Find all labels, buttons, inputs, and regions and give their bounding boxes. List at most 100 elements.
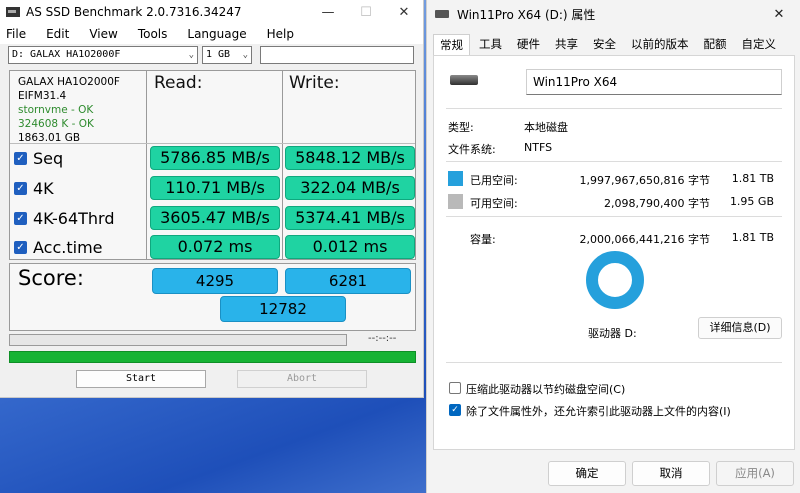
drive-model: GALAX HA1O2000F <box>18 76 120 88</box>
results-grid: GALAX HA1O2000F EIFM31.4 stornvme - OK 3… <box>9 70 416 260</box>
disk-usage-donut <box>586 251 644 309</box>
menu-tools[interactable]: Tools <box>138 27 168 41</box>
drive-info: GALAX HA1O2000F EIFM31.4 stornvme - OK 3… <box>18 75 120 145</box>
chevron-down-icon: ⌄ <box>188 50 194 60</box>
overall-progress-bar <box>9 351 416 363</box>
type-value: 本地磁盘 <box>524 121 568 134</box>
ok-button[interactable]: 确定 <box>548 461 626 486</box>
row-label: Acc.time <box>33 237 103 257</box>
details-button[interactable]: 详细信息(D) <box>698 317 782 339</box>
4k-read-value: 110.71 MB/s <box>150 176 280 200</box>
as-ssd-window: AS SSD Benchmark 2.0.7316.34247 — ☐ ✕ Fi… <box>0 0 424 398</box>
capacity-bytes: 2,000,066,441,216 字节 <box>579 233 710 246</box>
hard-drive-icon <box>450 75 478 85</box>
drive-properties-window: Win11Pro X64 (D:) 属性 ✕ 常规 工具 硬件 共享 安全 以前… <box>426 0 800 493</box>
tab-previous-versions[interactable]: 以前的版本 <box>625 34 695 57</box>
checkbox-icon[interactable]: ✓ <box>14 211 27 225</box>
score-read: 4295 <box>152 268 278 294</box>
seq-read-value: 5786.85 MB/s <box>150 146 280 170</box>
test-progress-track <box>9 334 347 346</box>
checkbox-icon[interactable]: ✓ <box>14 240 27 254</box>
drive-select[interactable]: D: GALAX HA1O2000F ⌄ <box>8 46 198 64</box>
drive-alignment: 324608 K - OK <box>18 118 94 130</box>
row-seq[interactable]: ✓ Seq <box>14 146 63 170</box>
props-title: Win11Pro X64 (D:) 属性 <box>457 7 596 22</box>
read-header: Read: <box>154 73 203 93</box>
close-icon[interactable]: ✕ <box>758 7 800 22</box>
drive-icon <box>435 10 449 18</box>
chevron-down-icon: ⌄ <box>242 50 248 60</box>
assd-titlebar[interactable]: AS SSD Benchmark 2.0.7316.34247 — ☐ ✕ <box>0 0 423 24</box>
tab-sharing[interactable]: 共享 <box>549 34 584 57</box>
tab-general[interactable]: 常规 <box>433 34 470 57</box>
score-total: 12782 <box>220 296 346 322</box>
acc-write-value: 0.012 ms <box>285 235 415 259</box>
score-write: 6281 <box>285 268 411 294</box>
tab-quota[interactable]: 配额 <box>698 34 733 57</box>
start-button[interactable]: Start <box>76 370 206 388</box>
close-icon[interactable]: ✕ <box>385 5 423 20</box>
menu-language[interactable]: Language <box>187 27 246 41</box>
props-tabs: 常规 工具 硬件 共享 安全 以前的版本 配额 自定义 <box>433 34 785 57</box>
index-label: 除了文件属性外，还允许索引此驱动器上文件的内容(I) <box>466 405 731 418</box>
apply-button[interactable]: 应用(A) <box>716 461 794 486</box>
general-panel: Win11Pro X64 类型: 本地磁盘 文件系统: NTFS 已用空间: 1… <box>433 55 795 450</box>
tab-hardware[interactable]: 硬件 <box>511 34 546 57</box>
menu-view[interactable]: View <box>89 27 117 41</box>
filesystem-label: 文件系统: <box>448 143 496 156</box>
row-4k[interactable]: ✓ 4K <box>14 176 54 200</box>
tab-security[interactable]: 安全 <box>587 34 622 57</box>
4k64-read-value: 3605.47 MB/s <box>150 206 280 230</box>
extra-input[interactable] <box>260 46 414 64</box>
row-acc-time[interactable]: ✓ Acc.time <box>14 235 103 259</box>
free-bytes: 2,098,790,400 字节 <box>604 197 710 210</box>
capacity-size: 1.81 TB <box>731 231 774 244</box>
capacity-label: 容量: <box>470 233 496 246</box>
used-size: 1.81 TB <box>731 172 774 185</box>
menu-file[interactable]: File <box>6 27 26 41</box>
checkbox-icon[interactable]: ✓ <box>14 151 27 165</box>
seq-write-value: 5848.12 MB/s <box>285 146 415 170</box>
tab-customize[interactable]: 自定义 <box>736 34 783 57</box>
row-4k-64thrd[interactable]: ✓ 4K-64Thrd <box>14 206 115 230</box>
menu-edit[interactable]: Edit <box>46 27 69 41</box>
write-header: Write: <box>289 73 340 93</box>
app-drive-icon <box>6 7 20 17</box>
row-label: Seq <box>33 148 64 168</box>
4k-write-value: 322.04 MB/s <box>285 176 415 200</box>
assd-toolbar: D: GALAX HA1O2000F ⌄ 1 GB ⌄ <box>8 46 415 66</box>
free-space-swatch <box>448 194 463 209</box>
assd-title: AS SSD Benchmark 2.0.7316.34247 <box>26 5 242 19</box>
drive-select-value: D: GALAX HA1O2000F <box>12 49 121 60</box>
acc-read-value: 0.072 ms <box>150 235 280 259</box>
props-titlebar[interactable]: Win11Pro X64 (D:) 属性 ✕ <box>427 0 800 28</box>
row-label: 4K <box>33 178 54 198</box>
minimize-icon[interactable]: — <box>309 5 347 20</box>
checkbox-icon[interactable]: ✓ <box>14 181 27 195</box>
score-panel: Score: 4295 6281 12782 <box>9 263 416 331</box>
abort-button[interactable]: Abort <box>237 370 367 388</box>
volume-name-input[interactable]: Win11Pro X64 <box>526 69 782 95</box>
4k64-write-value: 5374.41 MB/s <box>285 206 415 230</box>
compress-checkbox[interactable] <box>449 382 461 394</box>
drive-firmware: EIFM31.4 <box>18 90 67 102</box>
row-label: 4K-64Thrd <box>33 208 115 228</box>
cancel-button[interactable]: 取消 <box>632 461 710 486</box>
menu-help[interactable]: Help <box>267 27 294 41</box>
used-bytes: 1,997,967,650,816 字节 <box>579 174 710 187</box>
size-select[interactable]: 1 GB ⌄ <box>202 46 252 64</box>
used-label: 已用空间: <box>470 174 518 187</box>
tab-tools[interactable]: 工具 <box>473 34 508 57</box>
free-size: 1.95 GB <box>729 195 774 208</box>
drive-driver: stornvme - OK <box>18 104 94 116</box>
score-label: Score: <box>18 266 84 290</box>
drive-capacity: 1863.01 GB <box>18 132 81 144</box>
elapsed-time: --:--:-- <box>368 333 397 344</box>
index-checkbox[interactable]: ✓ <box>449 404 461 416</box>
size-select-value: 1 GB <box>206 49 231 60</box>
free-label: 可用空间: <box>470 197 518 210</box>
maximize-icon[interactable]: ☐ <box>347 5 385 20</box>
filesystem-value: NTFS <box>524 141 553 154</box>
drive-label: 驱动器 D: <box>588 327 637 340</box>
used-space-swatch <box>448 171 463 186</box>
